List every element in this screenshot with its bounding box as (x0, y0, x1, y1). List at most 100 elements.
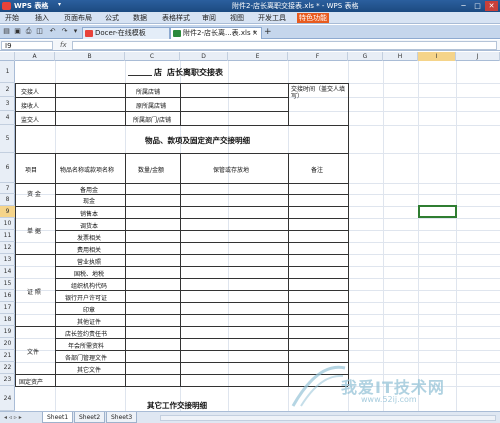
column-header[interactable]: J (456, 52, 500, 61)
app-name-menu[interactable]: WPS 表格 (14, 1, 48, 11)
header-storage: 保管或存放地 (213, 167, 250, 174)
row-header[interactable]: 3 (0, 97, 15, 111)
tab-file-label: 附件2-店长离...表.xls * (183, 29, 257, 37)
menu-developer[interactable]: 开发工具 (258, 13, 286, 23)
fx-icon[interactable]: fx (60, 40, 67, 51)
sheet-tab-1[interactable]: Sheet1 (42, 412, 74, 423)
customize-dropdown-icon[interactable]: ▾ (71, 27, 80, 36)
spreadsheet-icon (173, 30, 181, 37)
column-header[interactable]: B (55, 52, 125, 61)
site-watermark: 我爱IT技术网 www.52ij.com (283, 362, 493, 412)
horizontal-scrollbar[interactable] (160, 415, 496, 421)
column-header[interactable]: H (383, 52, 418, 61)
group-cash: 资 金 (27, 191, 41, 198)
cell-a22: 固定资产 (19, 379, 44, 386)
selected-cell-i9[interactable] (418, 205, 457, 218)
column-header[interactable]: E (228, 52, 288, 61)
file-menu-icon[interactable]: ▤ (2, 27, 11, 36)
app-menu-dropdown-icon[interactable]: ▾ (58, 1, 61, 8)
row-header[interactable]: 6 (0, 153, 15, 183)
row-header[interactable]: 15 (0, 278, 15, 290)
row-header[interactable]: 17 (0, 302, 15, 314)
menu-insert[interactable]: 插入 (35, 13, 49, 23)
column-header[interactable]: D (180, 52, 228, 61)
menu-data[interactable]: 数据 (133, 13, 147, 23)
group-files: 文件 (27, 349, 40, 356)
row-header[interactable]: 1 (0, 61, 15, 83)
row-header[interactable]: 2 (0, 83, 15, 97)
list-item: 备用金 (80, 187, 99, 194)
list-item: 发票相关 (77, 235, 102, 242)
formula-input[interactable] (72, 41, 497, 50)
row-header[interactable]: 8 (0, 194, 15, 206)
sheet-tab-2[interactable]: Sheet2 (74, 412, 106, 423)
row-header[interactable]: 5 (0, 125, 15, 153)
tab-file[interactable]: 附件2-店长离...表.xls * × (170, 27, 262, 39)
menu-table-style[interactable]: 表格样式 (162, 13, 190, 23)
row-headers: 1 2 3 4 5 6 7 8 9 10 11 12 13 14 15 16 1… (0, 61, 15, 411)
tab-close-icon[interactable]: × (252, 28, 258, 39)
row-header[interactable]: 11 (0, 230, 15, 242)
row-header-selected[interactable]: 9 (0, 206, 15, 218)
menu-home[interactable]: 开始 (5, 13, 19, 23)
minimize-button[interactable]: ─ (457, 1, 470, 11)
select-all-corner[interactable] (0, 52, 15, 61)
title-bar: WPS 表格 ▾ 附件2-店长离职交接表.xls * - WPS 表格 ─ □ … (0, 0, 500, 12)
column-header[interactable]: A (15, 52, 55, 61)
maximize-button[interactable]: □ (471, 1, 484, 11)
row-header[interactable]: 19 (0, 326, 15, 338)
list-item: 银行开户许可证 (65, 295, 108, 302)
menu-bar: 开始 插入 页面布局 公式 数据 表格样式 审阅 视图 开发工具 特色功能 (0, 12, 500, 24)
row-header[interactable]: 22 (0, 362, 15, 374)
cell-grid[interactable]: 店 店长离职交接表 交接人 所属店铺 交接时间（盖交人填写） 接收人 原所属店铺… (15, 61, 500, 411)
cell-c3: 原所属店铺 (136, 103, 167, 110)
column-header[interactable]: G (348, 52, 383, 61)
sheet-title-prefix: 店 (154, 68, 162, 77)
preview-icon[interactable]: ◫ (35, 27, 44, 36)
undo-icon[interactable]: ↶ (48, 27, 57, 36)
row-header[interactable]: 20 (0, 338, 15, 350)
column-header[interactable]: C (125, 52, 180, 61)
menu-special-features[interactable]: 特色功能 (297, 13, 329, 23)
menu-review[interactable]: 审阅 (202, 13, 216, 23)
list-item: 印章 (83, 307, 96, 314)
cell-a4: 监交人 (21, 117, 40, 124)
column-headers: A B C D E F G H I J (0, 52, 500, 61)
new-tab-button[interactable]: + (264, 27, 272, 37)
row-header[interactable]: 23 (0, 374, 15, 386)
row-header[interactable]: 21 (0, 350, 15, 362)
section-title-other: 其它工作交接明细 (147, 401, 207, 410)
tab-docer[interactable]: Docer-在线模板 (82, 27, 170, 39)
sheet-nav-arrows[interactable]: ◂ ◃ ▹ ▸ (4, 414, 22, 421)
save-icon[interactable]: ▣ (13, 27, 22, 36)
print-icon[interactable]: ⎙ (24, 27, 33, 36)
header-name: 物品名称或款项名称 (60, 167, 115, 174)
header-quantity: 数量/金额 (138, 167, 165, 174)
redo-icon[interactable]: ↷ (60, 27, 69, 36)
row-header[interactable]: 24 (0, 386, 15, 411)
column-header[interactable]: F (288, 52, 348, 61)
row-header[interactable]: 12 (0, 242, 15, 254)
menu-page-layout[interactable]: 页面布局 (64, 13, 92, 23)
list-item: 店长签约责任书 (65, 331, 108, 338)
cell-f2: 交接时间（盖交人填写） (291, 86, 346, 100)
row-header[interactable]: 14 (0, 266, 15, 278)
row-header[interactable]: 4 (0, 111, 15, 125)
column-header-selected[interactable]: I (418, 52, 456, 61)
menu-formula[interactable]: 公式 (105, 13, 119, 23)
watermark-url: www.52ij.com (361, 395, 417, 404)
row-header[interactable]: 13 (0, 254, 15, 266)
menu-view[interactable]: 视图 (230, 13, 244, 23)
group-documents: 单 据 (27, 228, 41, 235)
sheet-tab-3[interactable]: Sheet3 (106, 412, 138, 423)
tab-docer-label: Docer-在线模板 (95, 29, 146, 37)
row-header[interactable]: 18 (0, 314, 15, 326)
row-header[interactable]: 10 (0, 218, 15, 230)
cell-c4: 所属部门/店铺 (133, 117, 172, 124)
row-header[interactable]: 16 (0, 290, 15, 302)
cell-a3: 接收人 (21, 103, 40, 110)
list-item: 各部门管理文件 (65, 355, 108, 362)
close-button[interactable]: ✕ (485, 1, 498, 11)
name-box[interactable]: I9 (1, 41, 53, 50)
row-header[interactable]: 7 (0, 183, 15, 194)
